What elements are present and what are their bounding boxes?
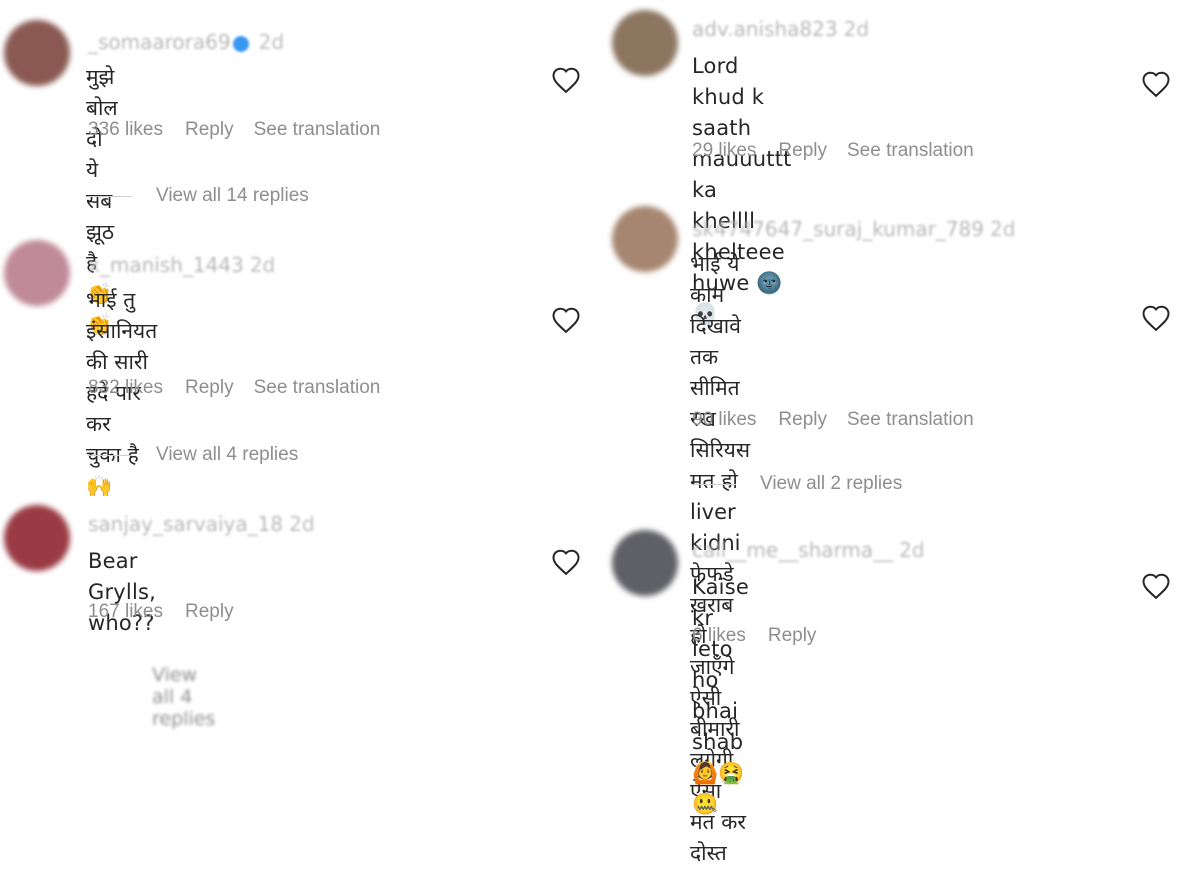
avatar[interactable]	[4, 240, 70, 306]
comment-username[interactable]: sk4747647_suraj_kumar_789 2d	[692, 217, 1015, 241]
comment-actions: 6 likes Reply	[692, 625, 836, 647]
reply-button[interactable]: Reply	[185, 601, 234, 622]
comment-actions: 167 likes Reply	[88, 601, 254, 623]
view-replies-button-cut[interactable]: View all 4 replies	[152, 664, 215, 730]
reply-button[interactable]: Reply	[778, 140, 827, 161]
username-text[interactable]: call__me__sharma__	[692, 538, 893, 562]
divider-line	[88, 195, 132, 197]
likes-count[interactable]: 90 likes	[692, 409, 756, 430]
comment-time: 2d	[989, 217, 1016, 241]
divider-line	[692, 483, 736, 485]
heart-outline-icon[interactable]	[1141, 572, 1171, 600]
reply-button[interactable]: Reply	[768, 625, 817, 646]
comment-time: 2d	[249, 253, 276, 277]
comment-text: Bear Grylls, who??	[88, 549, 163, 635]
view-replies-label: View all 4 replies	[156, 444, 299, 465]
view-replies-label: View all 14 replies	[156, 185, 309, 206]
username-text[interactable]: sk4747647_suraj_kumar_789	[692, 217, 984, 241]
username-text[interactable]: _somaarora69	[88, 30, 231, 54]
username-text[interactable]: x_manish_1443	[88, 253, 244, 277]
comment-actions: 336 likes Reply See translation	[88, 119, 400, 141]
avatar[interactable]	[4, 505, 70, 571]
username-text[interactable]: adv.anisha823	[692, 17, 838, 41]
comment-actions: 832 likes Reply See translation	[88, 377, 400, 399]
comment-time: 2d	[899, 538, 925, 562]
comment-text: Kaise kr leto ho bhai shab 🙆🤮🤐	[692, 575, 756, 816]
likes-count[interactable]: 6 likes	[692, 625, 746, 646]
comment-username[interactable]: call__me__sharma__ 2d	[692, 538, 925, 562]
view-replies-button[interactable]: View all 14 replies	[88, 185, 309, 207]
reply-button[interactable]: Reply	[185, 119, 234, 140]
see-translation-button[interactable]: See translation	[254, 119, 381, 140]
heart-outline-icon[interactable]	[551, 306, 581, 334]
avatar[interactable]	[612, 530, 678, 596]
likes-count[interactable]: 832 likes	[88, 377, 163, 398]
view-replies-label: View all 2 replies	[760, 473, 903, 494]
verified-badge-icon	[232, 35, 249, 52]
likes-count[interactable]: 336 likes	[88, 119, 163, 140]
comment-time: 2d	[258, 30, 285, 54]
likes-count[interactable]: 167 likes	[88, 601, 163, 622]
see-translation-button[interactable]: See translation	[254, 377, 381, 398]
see-translation-button[interactable]: See translation	[847, 140, 974, 161]
comment-time: 2d	[843, 17, 870, 41]
heart-outline-icon[interactable]	[551, 548, 581, 576]
avatar[interactable]	[4, 20, 70, 86]
heart-outline-icon[interactable]	[1141, 304, 1171, 332]
likes-count[interactable]: 29 likes	[692, 140, 756, 161]
avatar[interactable]	[612, 10, 678, 76]
comment-username[interactable]: x_manish_1443 2d	[88, 253, 275, 277]
divider-line	[88, 454, 132, 456]
comment-username[interactable]: adv.anisha823 2d	[692, 17, 869, 41]
comment-actions: 29 likes Reply See translation	[692, 140, 994, 162]
heart-outline-icon[interactable]	[1141, 70, 1171, 98]
comment-time: 2d	[289, 512, 315, 536]
avatar[interactable]	[612, 206, 678, 272]
reply-button[interactable]: Reply	[185, 377, 234, 398]
heart-outline-icon[interactable]	[551, 66, 581, 94]
username-text[interactable]: sanjay_sarvaiya_18	[88, 512, 283, 536]
comment-username[interactable]: sanjay_sarvaiya_18 2d	[88, 512, 315, 536]
reply-button[interactable]: Reply	[778, 409, 827, 430]
comment-actions: 90 likes Reply See translation	[692, 409, 994, 431]
view-replies-button[interactable]: View all 4 replies	[88, 444, 298, 466]
see-translation-button[interactable]: See translation	[847, 409, 974, 430]
view-replies-button[interactable]: View all 2 replies	[692, 473, 902, 495]
comment-username[interactable]: _somaarora69 2d	[88, 30, 284, 54]
